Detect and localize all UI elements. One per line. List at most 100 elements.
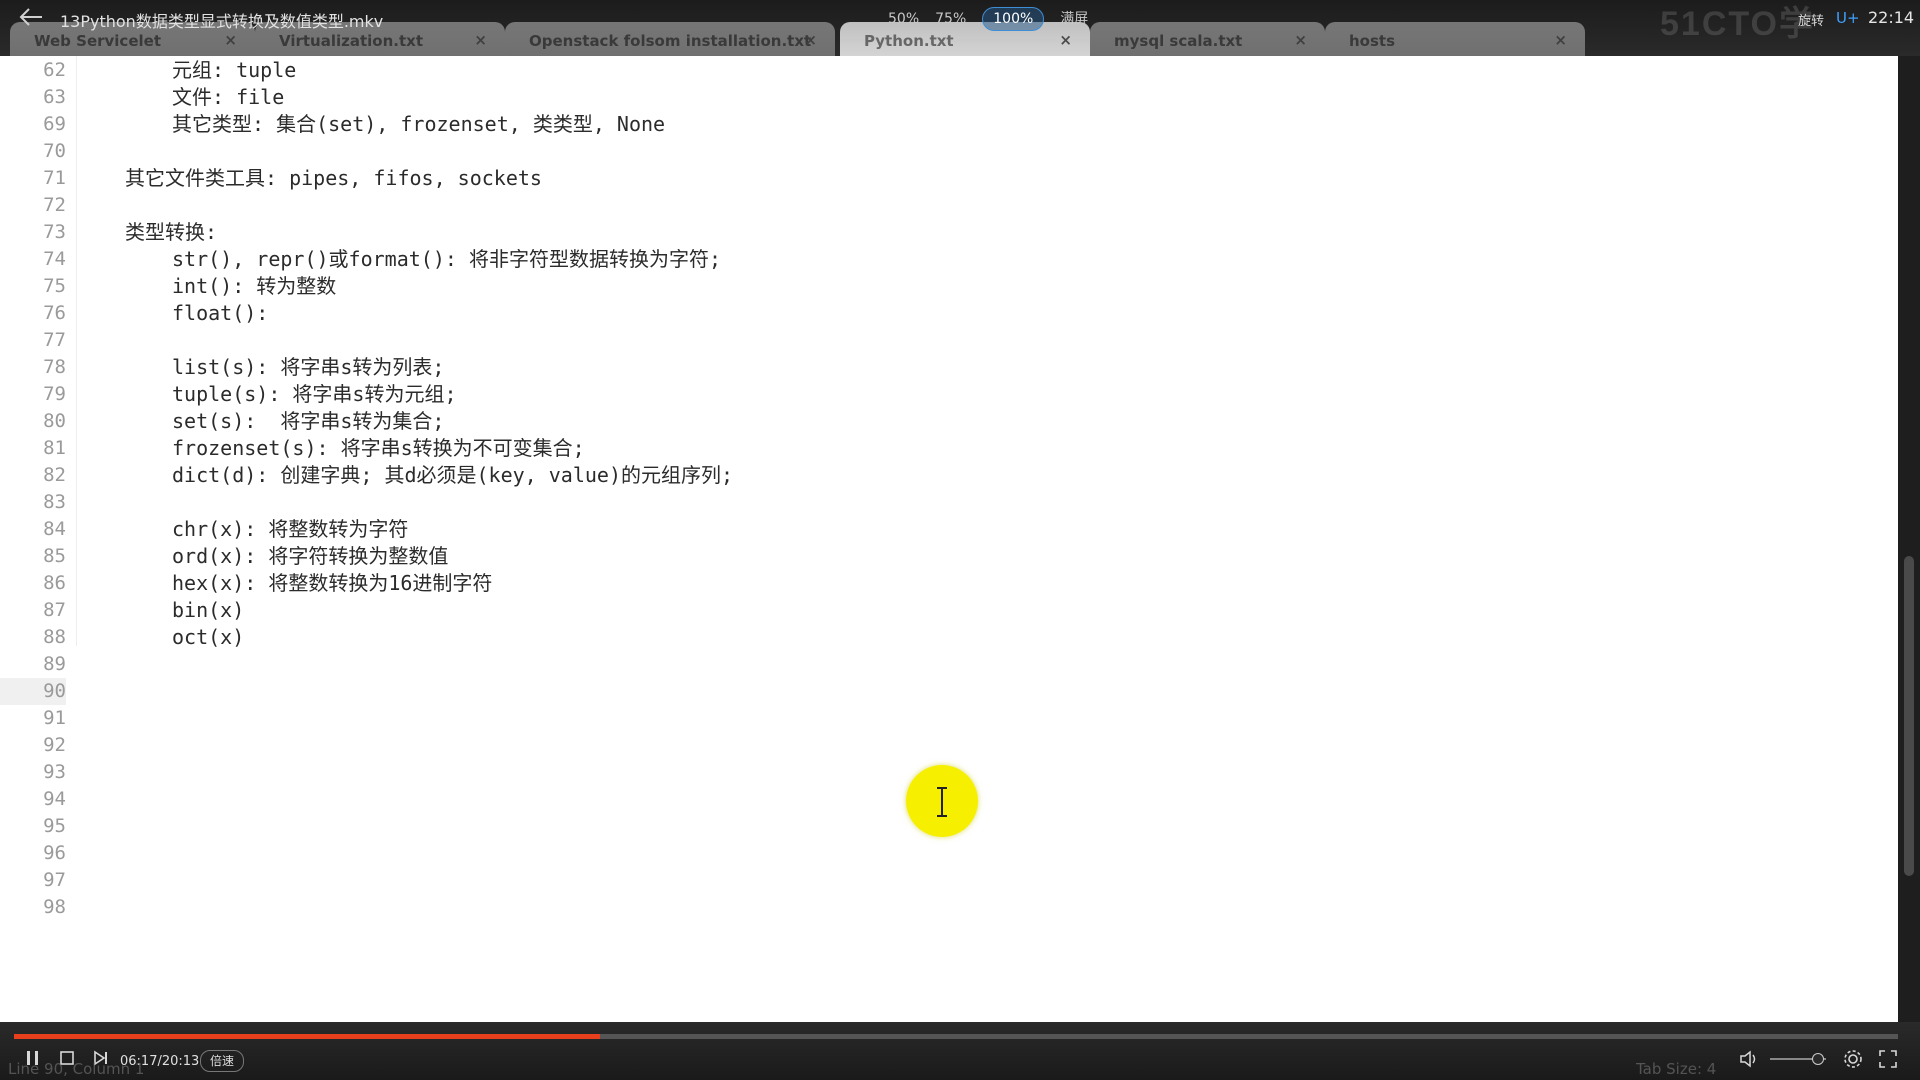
code-text: 元组: tuple	[172, 58, 297, 82]
rotate-button[interactable]: 旋转	[1798, 10, 1824, 29]
zoom-option[interactable]: 50%	[888, 8, 919, 30]
code-line[interactable]: 77	[0, 327, 1880, 354]
tab-close-icon[interactable]: ×	[1294, 31, 1307, 49]
code-line[interactable]: 83	[0, 489, 1880, 516]
code-line[interactable]: 62 元组: tuple	[0, 57, 1880, 84]
editor-tab-label: Web Servicelet	[34, 32, 161, 50]
back-arrow-icon[interactable]	[18, 6, 44, 28]
tab-close-icon[interactable]: ×	[1554, 31, 1567, 49]
code-text: list(s): 将字串s转为列表;	[172, 355, 445, 379]
code-line[interactable]: 82 dict(d): 创建字典; 其d必须是(key, value)的元组序列;	[0, 462, 1880, 489]
tab-close-icon[interactable]: ×	[474, 31, 487, 49]
code-line[interactable]: 90	[0, 678, 1880, 705]
code-line[interactable]: 85 ord(x): 将字符转换为整数值	[0, 543, 1880, 570]
player-control-bar: 06:17/20:13 倍速	[0, 1022, 1920, 1080]
code-text: 文件: file	[172, 85, 285, 109]
code-line[interactable]: 98	[0, 894, 1880, 921]
code-text: oct(x)	[172, 625, 245, 649]
tab-close-icon[interactable]: ×	[804, 31, 817, 49]
code-text: set(s): 将字串s转为集合;	[172, 409, 445, 433]
editor-tab[interactable]: hosts ×	[1325, 22, 1585, 56]
editor-tab[interactable]: mysql scala.txt ×	[1090, 22, 1325, 56]
line-number: 74	[43, 248, 66, 270]
tab-close-icon[interactable]: ×	[224, 31, 237, 49]
code-line[interactable]: 88 oct(x)	[0, 624, 1880, 651]
zoom-option[interactable]: 满屏	[1060, 8, 1088, 30]
code-text: 其它文件类工具: pipes, fifos, sockets	[125, 166, 542, 190]
line-number: 96	[43, 842, 66, 864]
editor-status-tabsize: Tab Size: 4	[1636, 1060, 1717, 1078]
line-number: 93	[43, 761, 66, 783]
line-number: 79	[43, 383, 66, 405]
progress-bar[interactable]	[14, 1034, 1898, 1039]
editor-tab[interactable]: Openstack folsom installation.txt ×	[505, 22, 835, 56]
line-number: 78	[43, 356, 66, 378]
code-line[interactable]: 91	[0, 705, 1880, 732]
line-number: 76	[43, 302, 66, 324]
text-cursor-icon	[937, 787, 947, 817]
line-number: 81	[43, 437, 66, 459]
line-number: 89	[43, 653, 66, 675]
line-number: 70	[43, 140, 66, 162]
code-line[interactable]: 72	[0, 192, 1880, 219]
code-line[interactable]: 69 其它类型: 集合(set), frozenset, 类类型, None	[0, 111, 1880, 138]
code-line[interactable]: 74 str(), repr()或format(): 将非字符型数据转换为字符;	[0, 246, 1880, 273]
code-line[interactable]: 79 tuple(s): 将字串s转为元组;	[0, 381, 1880, 408]
line-number: 92	[43, 734, 66, 756]
volume-slider-knob[interactable]	[1812, 1053, 1824, 1065]
code-text: str(), repr()或format(): 将非字符型数据转换为字符;	[172, 247, 721, 271]
tab-close-icon[interactable]: ×	[1059, 31, 1072, 49]
line-number: 62	[43, 59, 66, 81]
code-line[interactable]: 78 list(s): 将字串s转为列表;	[0, 354, 1880, 381]
zoom-option[interactable]: 75%	[935, 8, 966, 30]
code-text: 类型转换:	[125, 220, 218, 244]
line-number: 97	[43, 869, 66, 891]
progress-fill	[14, 1034, 600, 1039]
line-number: 71	[43, 167, 66, 189]
watermark-logo: 51CTO学	[1660, 5, 1815, 43]
code-text: dict(d): 创建字典; 其d必须是(key, value)的元组序列;	[172, 463, 734, 487]
code-line[interactable]: 87 bin(x)	[0, 597, 1880, 624]
line-number: 77	[43, 329, 66, 351]
playback-speed-button[interactable]: 倍速	[200, 1050, 244, 1072]
code-line[interactable]: 73 类型转换:	[0, 219, 1880, 246]
editor-tab-label: mysql scala.txt	[1114, 32, 1243, 50]
uplus-button[interactable]: U+	[1836, 9, 1860, 27]
line-number: 88	[43, 626, 66, 648]
code-line[interactable]: 97	[0, 867, 1880, 894]
line-number: 83	[43, 491, 66, 513]
zoom-selector: 50% 75% 100% 满屏	[888, 7, 1104, 31]
line-number: 87	[43, 599, 66, 621]
text-editor[interactable]: 62 元组: tuple 63 文件: file 69 其它类型: 集合(set), fr…	[0, 56, 1898, 1022]
line-number: 95	[43, 815, 66, 837]
code-line[interactable]: 80 set(s): 将字串s转为集合;	[0, 408, 1880, 435]
code-line[interactable]: 70	[0, 138, 1880, 165]
code-text: 其它类型: 集合(set), frozenset, 类类型, None	[172, 112, 666, 136]
settings-gear-icon[interactable]	[1842, 1048, 1864, 1070]
code-line[interactable]: 84 chr(x): 将整数转为字符	[0, 516, 1880, 543]
editor-scrollbar[interactable]	[1898, 56, 1920, 1022]
code-line[interactable]: 92	[0, 732, 1880, 759]
line-number: 63	[43, 86, 66, 108]
code-text: hex(x): 将整数转换为16进制字符	[172, 571, 493, 595]
code-line[interactable]: 89	[0, 651, 1880, 678]
scrollbar-thumb[interactable]	[1904, 556, 1914, 876]
player-top-bar: Web Servicelet × Virtualization.txt × Openst…	[0, 0, 1920, 56]
line-number: 73	[43, 221, 66, 243]
code-line[interactable]: 96	[0, 840, 1880, 867]
volume-icon[interactable]	[1738, 1049, 1760, 1069]
fullscreen-icon[interactable]	[1878, 1049, 1898, 1069]
line-number: 91	[43, 707, 66, 729]
clock: 22:14	[1868, 8, 1915, 27]
line-number: 90	[0, 678, 66, 705]
code-line[interactable]: 63 文件: file	[0, 84, 1880, 111]
code-line[interactable]: 76 float():	[0, 300, 1880, 327]
code-line[interactable]: 86 hex(x): 将整数转换为16进制字符	[0, 570, 1880, 597]
code-line[interactable]: 81 frozenset(s): 将字串s转换为不可变集合;	[0, 435, 1880, 462]
zoom-option[interactable]: 100%	[982, 7, 1045, 31]
line-number: 80	[43, 410, 66, 432]
editor-tab-label: Openstack folsom installation.txt	[529, 32, 812, 50]
code-text: frozenset(s): 将字串s转换为不可变集合;	[172, 436, 585, 460]
code-line[interactable]: 75 int(): 转为整数	[0, 273, 1880, 300]
code-line[interactable]: 71 其它文件类工具: pipes, fifos, sockets	[0, 165, 1880, 192]
